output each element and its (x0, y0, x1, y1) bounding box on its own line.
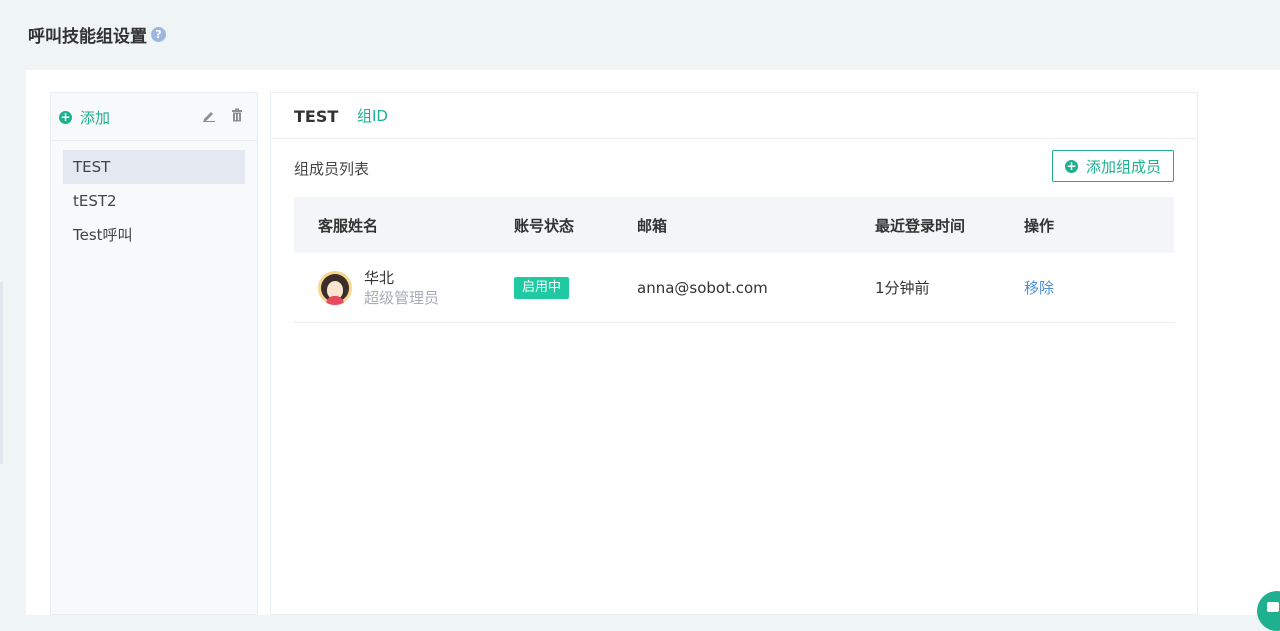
selected-group-name: TEST (294, 107, 339, 126)
table-row: 华北 超级管理员 启用中 anna@sobot.com 1分钟前 移除 (294, 253, 1174, 323)
pencil-icon[interactable] (201, 107, 217, 123)
left-edge-strip (0, 282, 3, 464)
page-title: 呼叫技能组设置 ? (28, 22, 166, 47)
table-header: 客服姓名 账号状态 邮箱 最近登录时间 操作 (294, 197, 1174, 253)
add-member-label: 添加组成员 (1085, 157, 1161, 176)
members-list-label: 组成员列表 (294, 160, 370, 178)
header-action: 操作 (1024, 216, 1055, 235)
status-cell: 启用中 (514, 276, 637, 299)
member-table: 客服姓名 账号状态 邮箱 最近登录时间 操作 华北 超级管理员 启用中 anna… (294, 197, 1174, 323)
group-detail-panel: TEST 组ID 组成员列表 + 添加组成员 客服姓名 账号状态 邮箱 最近登录… (270, 92, 1198, 615)
add-group-button[interactable]: + 添加 (59, 107, 110, 128)
group-item-test-call[interactable]: Test呼叫 (63, 218, 245, 252)
header-name: 客服姓名 (318, 216, 379, 235)
group-list-panel: + 添加 TEST tEST2 Test呼叫 (50, 92, 258, 615)
help-circle-icon[interactable]: ? (151, 27, 166, 42)
member-name: 华北 (364, 268, 395, 287)
action-cell: 移除 (1024, 277, 1174, 298)
header-status: 账号状态 (514, 216, 575, 235)
plus-circle-icon: + (1064, 158, 1078, 173)
group-id-link[interactable]: 组ID (357, 105, 388, 126)
avatar (318, 270, 352, 305)
group-tools (201, 107, 245, 123)
group-item-label: Test呼叫 (73, 226, 133, 244)
group-list: TEST tEST2 Test呼叫 (51, 141, 257, 261)
member-email: anna@sobot.com (637, 278, 768, 297)
status-badge: 启用中 (514, 276, 570, 299)
member-names: 华北 超级管理员 (364, 268, 439, 308)
group-item-label: tEST2 (73, 192, 117, 210)
header-last-login: 最近登录时间 (875, 216, 966, 235)
trash-icon[interactable] (229, 107, 245, 123)
remove-member-link[interactable]: 移除 (1024, 279, 1054, 297)
group-item-test[interactable]: TEST (63, 150, 245, 184)
plus-circle-icon: + (59, 110, 72, 124)
member-role: 超级管理员 (364, 288, 440, 307)
detail-header: TEST 组ID (271, 93, 1197, 139)
member-cell: 华北 超级管理员 (294, 268, 514, 308)
group-item-label: TEST (73, 158, 111, 176)
add-member-button[interactable]: + 添加组成员 (1051, 150, 1174, 182)
group-toolbar: + 添加 (51, 93, 257, 141)
group-item-test2[interactable]: tEST2 (63, 184, 245, 218)
add-group-label: 添加 (80, 109, 111, 127)
member-last-login: 1分钟前 (875, 279, 930, 297)
header-email: 邮箱 (637, 216, 668, 235)
page-header: 呼叫技能组设置 ? (0, 0, 1280, 70)
page-title-text: 呼叫技能组设置 (28, 27, 147, 47)
